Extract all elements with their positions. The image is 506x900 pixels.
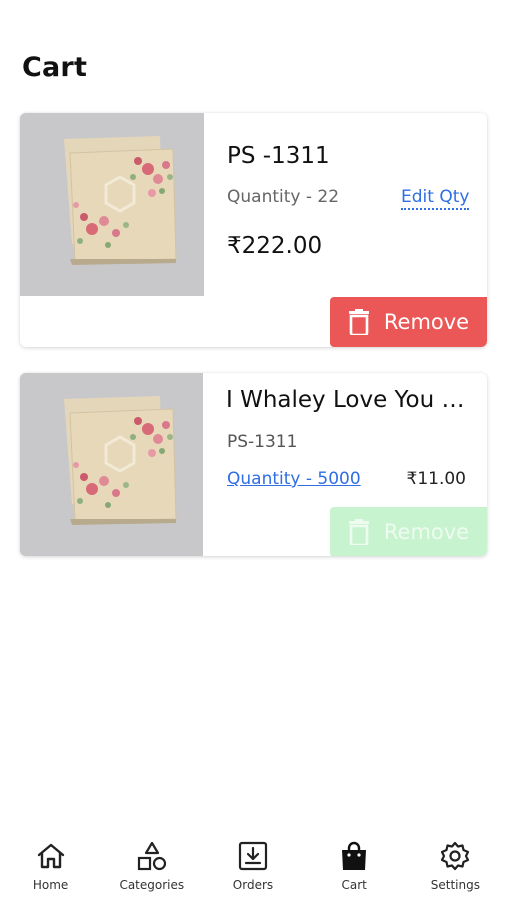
product-image[interactable]	[20, 113, 204, 296]
bottom-nav: Home Categories Orders Cart Settings	[0, 830, 506, 900]
trash-icon	[348, 309, 369, 335]
home-icon	[37, 843, 64, 869]
nav-label: Home	[32, 878, 69, 892]
shopping-bag-icon	[342, 841, 367, 870]
cart-item-card: PS -1311 Quantity - 22 Edit Qty ₹222.00 …	[20, 113, 487, 347]
item-title: PS -1311	[227, 143, 330, 169]
nav-item-cart[interactable]: Cart	[304, 830, 404, 900]
nav-label: Settings	[430, 878, 480, 892]
remove-label: Remove	[383, 310, 470, 334]
edit-qty-link[interactable]: Edit Qty	[401, 187, 470, 210]
remove-label: Remove	[383, 520, 470, 544]
remove-button[interactable]: Remove	[330, 507, 487, 556]
nav-item-settings[interactable]: Settings	[405, 830, 505, 900]
quantity-text: Quantity - 22	[227, 187, 340, 207]
page-title: Cart	[22, 52, 88, 83]
nav-label: Categories	[119, 878, 185, 892]
nav-label: Cart	[341, 878, 367, 892]
item-price: ₹222.00	[227, 233, 323, 259]
nav-item-categories[interactable]: Categories	[102, 830, 202, 900]
nav-item-orders[interactable]: Orders	[203, 830, 303, 900]
nav-item-home[interactable]: Home	[1, 830, 101, 900]
trash-icon	[348, 519, 369, 545]
item-price: ₹11.00	[406, 469, 466, 489]
gear-icon	[441, 841, 470, 871]
item-title: I Whaley Love You Card	[226, 387, 472, 413]
download-box-icon	[238, 841, 268, 871]
item-sku: PS-1311	[227, 432, 298, 452]
shapes-icon	[137, 841, 166, 871]
quantity-link[interactable]: Quantity - 5000	[227, 469, 361, 489]
cart-item-card: I Whaley Love You Card PS-1311 Quantity …	[20, 373, 487, 556]
nav-label: Orders	[232, 878, 274, 892]
product-image[interactable]	[20, 373, 203, 556]
remove-button[interactable]: Remove	[330, 297, 487, 347]
